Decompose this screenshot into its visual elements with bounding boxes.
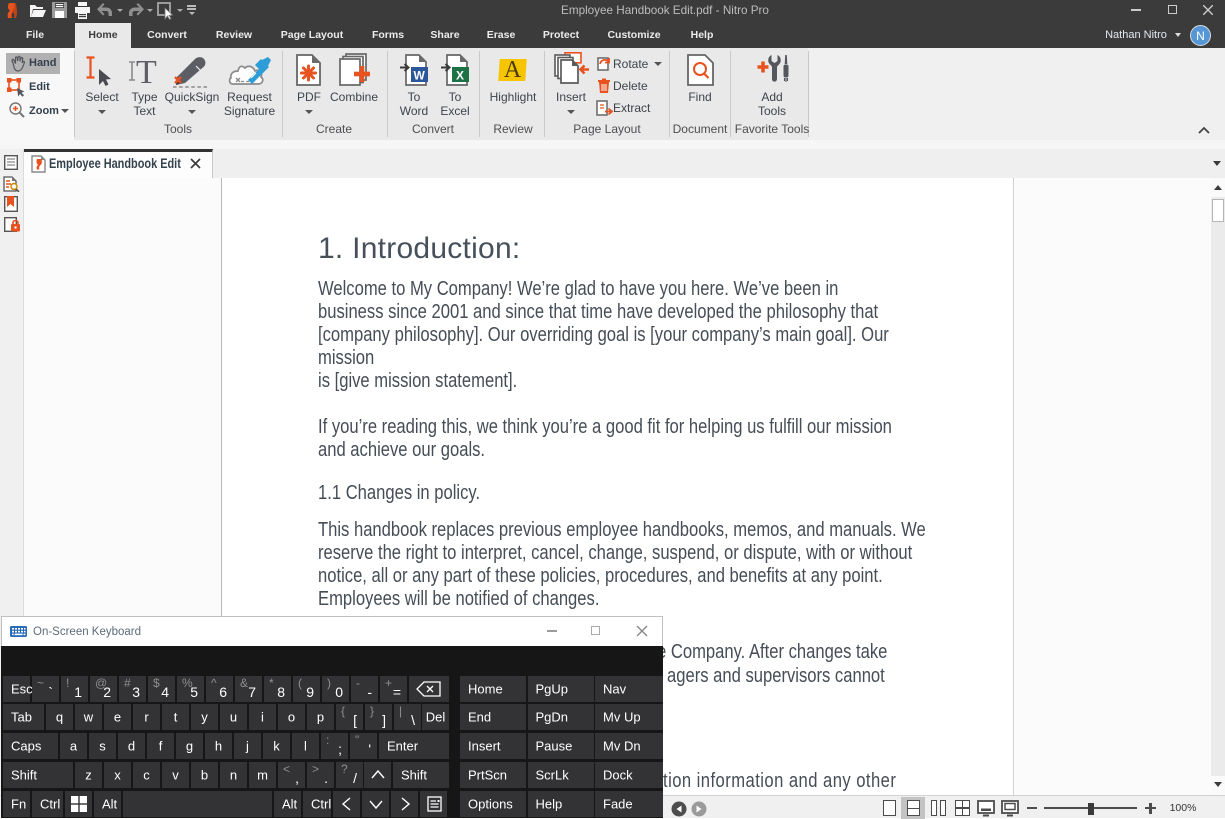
svg-text:W: W (414, 69, 426, 83)
svg-text:X: X (456, 69, 464, 83)
svg-text:T: T (136, 54, 157, 86)
